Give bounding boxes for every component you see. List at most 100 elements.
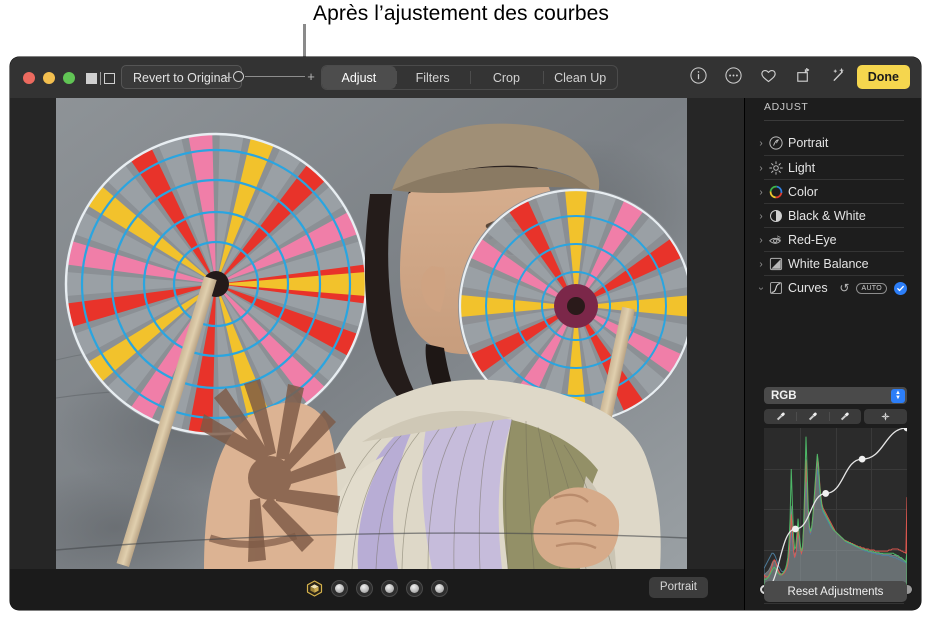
eyedropper-icon xyxy=(841,412,850,421)
auto-button[interactable]: AUTO xyxy=(856,282,887,294)
zoom-slider-knob[interactable] xyxy=(233,71,244,82)
portrait-badge-button[interactable]: Portrait xyxy=(648,577,708,598)
filter-thumb-swatch xyxy=(385,584,394,593)
photo-canvas[interactable] xyxy=(10,98,744,569)
compare-outline-square xyxy=(104,73,115,84)
toolbar-icon-group xyxy=(689,66,848,85)
sidebar-item-label: Portrait xyxy=(788,136,829,150)
sidebar-header-rule xyxy=(764,120,904,121)
zoom-slider-track[interactable] xyxy=(245,75,305,78)
add-point-icon xyxy=(881,412,890,421)
curve-handle-4 xyxy=(903,428,907,432)
original-thumb[interactable] xyxy=(306,580,323,597)
tab-adjust[interactable]: Adjust xyxy=(322,66,396,89)
curves-histogram[interactable] xyxy=(764,428,907,590)
curves-controls: ↺ AUTO xyxy=(839,276,907,300)
filter-thumb-5[interactable] xyxy=(431,580,448,597)
screenshot-root: Après l’ajustement des courbes Revert to… xyxy=(0,0,931,620)
chevron-right-icon[interactable]: › xyxy=(755,259,767,270)
zoom-button[interactable] xyxy=(63,72,75,84)
tab-filters[interactable]: Filters xyxy=(395,66,470,89)
close-button[interactable] xyxy=(23,72,35,84)
sidebar-item-label: Light xyxy=(788,161,816,175)
chevron-updown-icon[interactable]: ▲ ▼ xyxy=(891,388,905,403)
filter-filmstrip: Portrait xyxy=(10,569,744,610)
revert-arrow-icon[interactable]: ↺ xyxy=(839,281,849,295)
zoom-slider[interactable]: – + xyxy=(223,69,316,84)
red-eye-icon xyxy=(767,232,784,249)
sidebar-item-label: Red-Eye xyxy=(788,233,837,247)
color-wheel-icon xyxy=(767,184,784,201)
reset-adjustments-button[interactable]: Reset Adjustments xyxy=(764,581,907,602)
zoom-out-label[interactable]: – xyxy=(223,69,233,84)
sidebar-item-curves[interactable]: › Curves ↺ AUTO xyxy=(755,276,912,300)
sidebar-item-light[interactable]: › Light xyxy=(755,156,912,180)
chevron-right-icon[interactable]: › xyxy=(755,235,767,246)
filter-thumb-2[interactable] xyxy=(356,580,373,597)
eyedropper-icon xyxy=(808,412,817,421)
portrait-icon xyxy=(767,135,784,152)
window-controls[interactable] xyxy=(23,72,75,84)
sidebar-item-label: Levels xyxy=(788,609,824,610)
tone-curve-plot xyxy=(764,428,907,590)
curves-icon xyxy=(767,280,784,297)
more-icon[interactable] xyxy=(724,66,743,85)
edited-photo[interactable] xyxy=(56,98,687,569)
info-icon[interactable] xyxy=(689,66,708,85)
compare-filled-square xyxy=(86,73,97,84)
tab-crop[interactable]: Crop xyxy=(469,66,544,89)
chevron-down-icon[interactable]: › xyxy=(756,282,767,294)
tab-clean-up[interactable]: Clean Up xyxy=(543,66,617,89)
photos-editor-window: Revert to Original – + Adjust Filters Cr… xyxy=(10,57,921,610)
black-point-eyedropper[interactable] xyxy=(764,409,796,424)
heart-icon[interactable] xyxy=(759,66,778,85)
callout-title: Après l’ajustement des courbes xyxy=(313,2,609,25)
filter-thumb-swatch xyxy=(435,584,444,593)
filter-thumb-4[interactable] xyxy=(406,580,423,597)
window-body: Portrait ADJUST › Portrait › Light › Col… xyxy=(10,98,921,610)
done-button[interactable]: Done xyxy=(856,65,910,89)
chevron-right-icon[interactable]: › xyxy=(755,163,767,174)
curves-channel-select[interactable]: RGB ▲ ▼ xyxy=(764,387,907,404)
sidebar-item-label: Curves xyxy=(788,281,828,295)
filter-thumb-swatch xyxy=(410,584,419,593)
enhance-icon[interactable] xyxy=(829,66,848,85)
curve-handle-3 xyxy=(858,455,866,463)
light-icon xyxy=(767,160,784,177)
window-toolbar: Revert to Original – + Adjust Filters Cr… xyxy=(10,57,921,99)
filter-thumb-3[interactable] xyxy=(381,580,398,597)
sidebar-item-red-eye[interactable]: › Red-Eye xyxy=(755,228,912,252)
filter-thumb-1[interactable] xyxy=(331,580,348,597)
sidebar-item-black-and-white[interactable]: › Black & White xyxy=(755,204,912,228)
add-point-button[interactable] xyxy=(864,409,907,424)
sidebar-item-white-balance[interactable]: › White Balance xyxy=(755,252,912,276)
minimize-button[interactable] xyxy=(43,72,55,84)
filter-thumb-swatch xyxy=(335,584,344,593)
sidebar-item-label: White Balance xyxy=(788,257,869,271)
checkmark-icon xyxy=(897,285,904,291)
curve-handle-1 xyxy=(792,525,799,533)
filter-thumb-swatch xyxy=(360,584,369,593)
sidebar-item-label: Black & White xyxy=(788,209,866,223)
sidebar-item-color[interactable]: › Color xyxy=(755,180,912,204)
sidebar-item-levels[interactable]: › Levels xyxy=(755,604,912,610)
curve-handle-2 xyxy=(822,490,830,497)
curves-channel-value: RGB xyxy=(771,389,797,402)
white-balance-icon xyxy=(767,256,784,273)
white-point-eyedropper[interactable] xyxy=(828,409,861,424)
sidebar-item-portrait[interactable]: › Portrait xyxy=(755,131,912,155)
zoom-in-label[interactable]: + xyxy=(306,69,316,84)
curves-tool-row xyxy=(764,409,907,424)
chevron-right-icon[interactable]: › xyxy=(755,138,767,149)
gray-point-eyedropper[interactable] xyxy=(796,409,828,424)
adjust-sidebar: ADJUST › Portrait › Light › Color › Blac… xyxy=(744,98,921,610)
photo-illustration xyxy=(56,98,687,569)
sidebar-header: ADJUST xyxy=(764,101,809,113)
compare-icon[interactable] xyxy=(86,72,115,85)
curves-enabled-toggle[interactable] xyxy=(894,281,907,295)
rotate-icon[interactable] xyxy=(794,66,813,85)
levels-icon xyxy=(767,608,784,611)
chevron-right-icon[interactable]: › xyxy=(755,211,767,222)
edit-mode-segmented-control[interactable]: Adjust Filters Crop Clean Up xyxy=(321,65,618,90)
chevron-right-icon[interactable]: › xyxy=(755,187,767,198)
